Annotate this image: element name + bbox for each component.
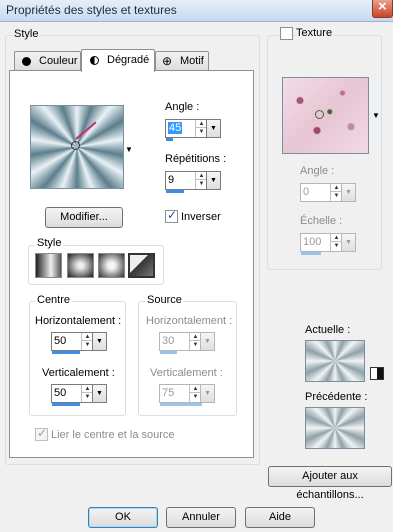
repetitions-slider-bar[interactable] [166,190,184,193]
texture-scale-value: 100 [303,236,322,248]
source-horizontal-label: Horizontalement : [146,315,233,327]
texture-scale-dropdown-icon[interactable]: ▼ [341,234,355,251]
centre-horizontal-slider-bar[interactable] [52,351,80,354]
centre-label: Centre [35,294,73,306]
swap-swatch-icon[interactable] [370,367,384,380]
repetitions-label: Répétitions : [165,153,227,165]
source-vertical-slider-bar[interactable] [160,403,202,406]
texture-dropdown-arrow-icon[interactable]: ▼ [372,111,380,120]
current-label: Actuelle : [305,324,351,336]
centre-horizontal-label: Horizontalement : [35,315,122,327]
invert-checkbox[interactable] [165,208,178,223]
style-sunburst-option[interactable] [98,253,125,278]
source-horizontal-slider-bar[interactable] [160,351,177,354]
edit-gradient-button[interactable]: Modifier... [45,207,123,228]
centre-vertical-value: 50 [54,387,67,399]
centre-vertical-slider-bar[interactable] [52,403,80,406]
link-centre-source-label: Lier le centre et la source [51,429,175,441]
texture-center-marker-icon [315,110,324,119]
centre-vertical-label: Verticalement : [42,367,115,379]
texture-angle-value: 0 [303,186,310,198]
angle-label: Angle : [165,101,200,113]
window-title: Propriétés des styles et textures [6,3,177,17]
tab-couleur-label: Couleur [39,55,78,67]
centre-horizontal-dropdown-icon[interactable]: ▼ [92,333,106,350]
half-circle-icon [90,56,99,65]
link-centre-source-checkbox[interactable] [35,426,48,441]
center-marker-icon [71,141,80,150]
current-swatch[interactable] [305,340,365,382]
texture-scale-stepper[interactable]: 100 ▲ ▼ ▼ [300,233,356,255]
close-button[interactable] [372,0,393,18]
texture-angle-stepper[interactable]: 0 ▲ ▼ ▼ [300,183,356,202]
centre-horizontal-stepper[interactable]: 50 ▲ ▼ ▼ [51,332,107,354]
help-button[interactable]: Aide [245,507,315,528]
tab-motif[interactable]: ⊕ Motif [155,51,209,71]
style-rectangular-option[interactable] [67,253,94,278]
repetitions-stepper[interactable]: 9 ▲ ▼ ▼ [165,171,221,193]
texture-angle-label: Angle : [300,165,335,177]
angle-dropdown-icon[interactable]: ▼ [206,120,220,137]
texture-label: Texture [296,27,335,39]
gradient-style-label: Style [35,237,64,249]
tab-couleur[interactable]: Couleur [14,51,81,71]
angle-slider-bar[interactable] [166,138,173,141]
gradient-dropdown-arrow-icon[interactable]: ▼ [125,145,133,154]
repetitions-value: 9 [168,174,175,186]
repetitions-dropdown-icon[interactable]: ▼ [206,172,220,189]
cancel-button[interactable]: Annuler [166,507,236,528]
source-horizontal-dropdown-icon[interactable]: ▼ [200,333,214,350]
previous-label: Précédente : [305,391,368,403]
source-vertical-label: Verticalement : [150,367,223,379]
texture-preview[interactable] [282,77,369,154]
texture-scale-label: Échelle : [300,215,343,227]
previous-swatch[interactable] [305,407,365,449]
title-bar: Propriétés des styles et textures [0,0,393,22]
source-label: Source [145,294,184,306]
ok-button[interactable]: OK [88,507,158,528]
angle-indicator-line [75,121,97,140]
centre-vertical-stepper[interactable]: 50 ▲ ▼ ▼ [51,384,107,406]
source-vertical-stepper[interactable]: 75 ▲ ▼ ▼ [159,384,215,406]
pattern-cross-icon: ⊕ [162,54,173,68]
tab-degrade[interactable]: Dégradé [81,49,155,72]
angle-stepper[interactable]: 45 ▲ ▼ ▼ [165,119,221,141]
source-vertical-value: 75 [162,387,175,399]
source-horizontal-stepper[interactable]: 30 ▲ ▼ ▼ [159,332,215,354]
add-to-swatches-button[interactable]: Ajouter aux échantillons... [268,466,392,501]
texture-scale-slider-bar[interactable] [301,252,321,255]
style-group-label: Style [12,28,41,40]
source-horizontal-value: 30 [162,335,175,347]
angle-value: 45 [168,122,183,134]
source-vertical-dropdown-icon[interactable]: ▼ [200,385,214,402]
tab-degrade-label: Dégradé [107,54,150,66]
style-linear-option[interactable] [35,253,62,278]
texture-checkbox[interactable] [280,27,293,40]
tab-motif-label: Motif [180,55,204,67]
style-radial-option[interactable] [128,253,155,278]
texture-angle-dropdown-icon[interactable]: ▼ [341,184,355,201]
gradient-preview[interactable] [30,105,124,189]
centre-horizontal-value: 50 [54,335,67,347]
invert-label: Inverser [181,211,221,223]
filled-circle-icon [22,57,31,66]
centre-vertical-dropdown-icon[interactable]: ▼ [92,385,106,402]
gradient-tab-panel: ▼ Angle : 45 ▲ ▼ ▼ Répétitions : 9 ▲ ▼ ▼ M… [9,70,254,458]
